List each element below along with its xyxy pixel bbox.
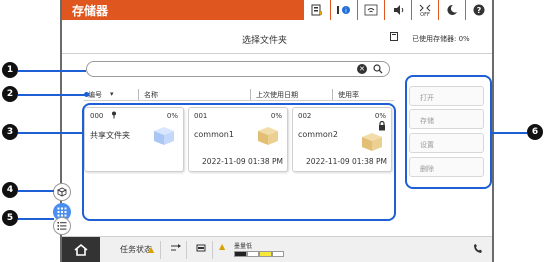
callout-5: 5 xyxy=(2,210,18,226)
ink-level-label: 墨量低 xyxy=(234,243,253,250)
paper-feed-icon[interactable] xyxy=(170,243,182,256)
list-view-icon[interactable] xyxy=(53,217,71,235)
callout-6: 6 xyxy=(527,124,543,140)
svg-text:OFF: OFF xyxy=(420,12,430,17)
contact-icon[interactable] xyxy=(472,243,484,258)
storage-icon xyxy=(390,32,398,44)
info-icon[interactable]: i xyxy=(330,0,357,20)
folder-add-icon[interactable] xyxy=(53,183,71,201)
paper-settings-icon[interactable] xyxy=(196,243,206,256)
search-icon[interactable] xyxy=(373,62,383,77)
ink-warning-icon: ▲ xyxy=(219,242,226,251)
column-header: 编号 ▾ 名称 上次使用日期 使用率 xyxy=(84,88,394,101)
help-icon[interactable]: ? xyxy=(465,0,492,20)
page-header: 选择文件夹 已使用存储器: 0% xyxy=(62,26,492,54)
callout-1: 1 xyxy=(2,62,18,78)
storage-usage-text: 已使用存储器: 0% xyxy=(412,35,470,43)
ink-level-bar[interactable] xyxy=(234,251,284,257)
callout-4: 4 xyxy=(2,182,18,198)
wifi-direct-off-icon[interactable]: OFF xyxy=(411,0,438,20)
top-bar: 存储器 i OFF ? xyxy=(62,0,492,20)
sound-icon[interactable] xyxy=(384,0,411,20)
search-input[interactable]: ✕ xyxy=(86,61,390,77)
warning-icon: ▲ xyxy=(148,245,155,254)
column-name[interactable]: 名称 xyxy=(144,90,158,100)
cards-highlight xyxy=(82,103,396,221)
column-number[interactable]: 编号 xyxy=(88,90,102,100)
screen-title: 存储器 xyxy=(72,4,109,18)
column-last-used[interactable]: 上次使用日期 xyxy=(256,90,298,100)
clear-icon[interactable]: ✕ xyxy=(357,64,367,74)
callout-2: 2 xyxy=(2,86,18,102)
column-usage[interactable]: 使用率 xyxy=(338,90,359,100)
callout-3: 3 xyxy=(2,124,18,140)
home-icon[interactable] xyxy=(62,237,100,262)
status-icons: i OFF ? xyxy=(303,0,492,20)
network-status-icon[interactable] xyxy=(303,0,330,20)
wifi-icon[interactable] xyxy=(357,0,384,20)
bottom-bar: 任务状态 ▲ ▲ 墨量低 xyxy=(62,236,492,262)
sleep-icon[interactable] xyxy=(438,0,465,20)
page-title: 选择文件夹 xyxy=(242,36,288,46)
device-frame-right xyxy=(492,0,494,262)
sort-icon[interactable]: ▾ xyxy=(110,90,114,98)
svg-text:?: ? xyxy=(477,6,482,15)
actions-highlight xyxy=(405,75,492,189)
